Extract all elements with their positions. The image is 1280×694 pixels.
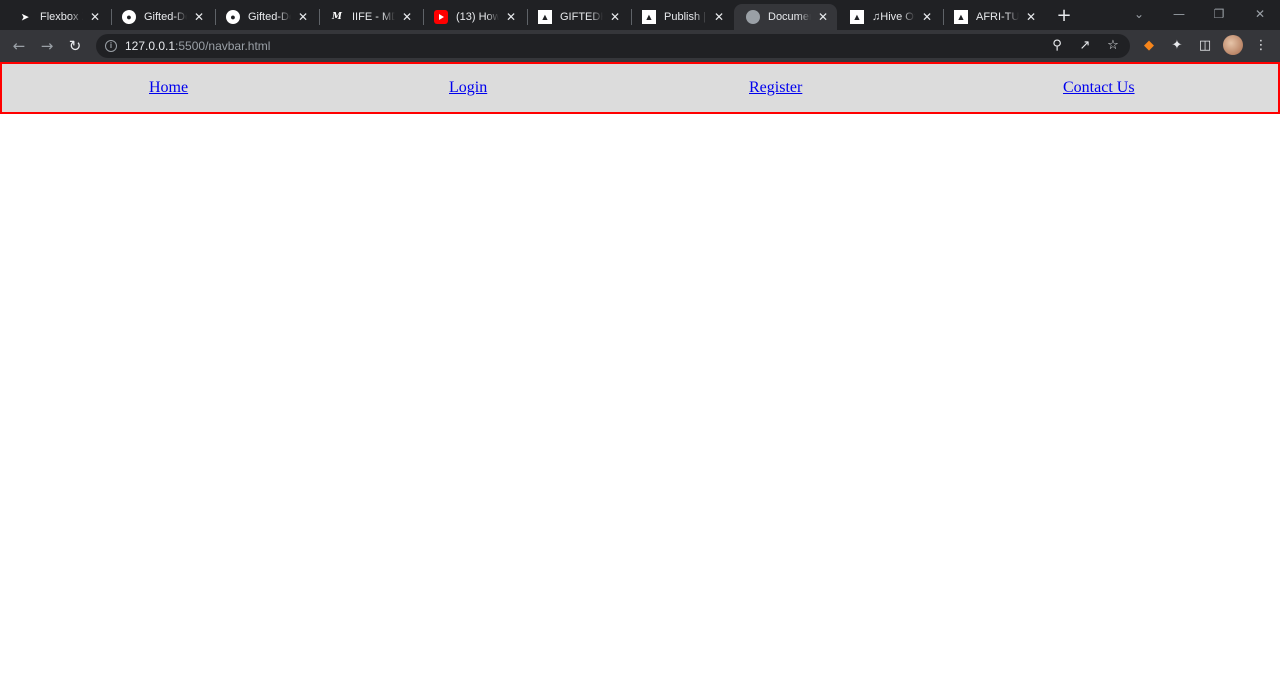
tab-title: AFRI-TUNES (976, 11, 1019, 23)
tab-title: Gifted-Dev (248, 11, 291, 23)
browser-tab[interactable]: ▲ GIFTEDHASH ✕ (526, 4, 629, 30)
close-tab-icon[interactable]: ✕ (87, 9, 103, 25)
side-panel-icon[interactable]: ◫ (1195, 36, 1215, 56)
browser-tab-strip: ➤ Flexbox Zombies ✕ ● Gifted-Dev ✕ ● Gif… (0, 0, 1280, 30)
browser-tab[interactable]: ● Gifted-Dev ✕ (214, 4, 317, 30)
browser-tab[interactable]: ▲ ♫Hive Of ✕ (838, 4, 941, 30)
browser-tab[interactable]: M IIFE - MDN ✕ (318, 4, 421, 30)
forward-arrow-icon[interactable]: → (37, 36, 57, 56)
new-tab-button[interactable]: + (1054, 6, 1074, 26)
hashnode-icon: ▲ (538, 10, 552, 24)
mdn-icon: M (332, 12, 342, 22)
tab-title: Flexbox Zombies (40, 11, 83, 23)
page-navbar: Home Login Register Contact Us (0, 62, 1280, 114)
back-arrow-icon[interactable]: ← (9, 36, 29, 56)
flexbox-icon: ➤ (21, 11, 29, 22)
address-url[interactable]: 127.0.0.1:5500/navbar.html (125, 39, 270, 53)
close-tab-icon[interactable]: ✕ (607, 9, 623, 25)
url-path: :5500/navbar.html (175, 39, 271, 53)
browser-toolbar: ← → ↻ i 127.0.0.1:5500/navbar.html ⚲ ↗ ☆… (0, 30, 1280, 62)
close-tab-icon[interactable]: ✕ (503, 9, 519, 25)
browser-tab[interactable]: (13) How to ✕ (422, 4, 525, 30)
nav-link-contact-us[interactable]: Contact Us (1063, 79, 1135, 97)
tab-title: GIFTEDHASH (560, 11, 603, 23)
hashnode-icon: ▲ (850, 10, 864, 24)
menu-icon[interactable]: ⋮ (1251, 36, 1271, 56)
tab-title: Gifted-Dev (144, 11, 187, 23)
nav-link-home[interactable]: Home (149, 79, 188, 97)
reload-icon[interactable]: ↻ (65, 36, 85, 56)
close-tab-icon[interactable]: ✕ (191, 9, 207, 25)
browser-tab[interactable]: ▲ AFRI-TUNES ✕ (942, 4, 1045, 30)
close-tab-icon[interactable]: ✕ (711, 9, 727, 25)
tab-search-icon[interactable]: ⌄ (1127, 4, 1151, 24)
close-window-icon[interactable]: ✕ (1248, 4, 1272, 24)
youtube-icon (434, 10, 448, 24)
browser-tab-active[interactable]: Document ✕ (734, 4, 837, 30)
tab-title: Publish | Hashnode (664, 11, 707, 23)
site-info-icon[interactable]: i (105, 40, 117, 52)
restore-icon[interactable]: ❐ (1207, 4, 1231, 24)
hashnode-icon: ▲ (642, 10, 656, 24)
url-host: 127.0.0.1 (125, 39, 176, 53)
profile-avatar[interactable] (1223, 35, 1243, 55)
metamask-icon[interactable]: ◆ (1139, 36, 1159, 56)
extensions-icon[interactable]: ✦ (1167, 36, 1187, 56)
zoom-icon[interactable]: ⚲ (1047, 36, 1067, 56)
close-tab-icon[interactable]: ✕ (399, 9, 415, 25)
github-icon: ● (122, 10, 136, 24)
address-bar[interactable]: i 127.0.0.1:5500/navbar.html ⚲ ↗ ☆ (96, 34, 1130, 58)
tab-title: IIFE - MDN (352, 11, 395, 23)
browser-tab[interactable]: ● Gifted-Dev ✕ (110, 4, 213, 30)
minimize-icon[interactable]: — (1167, 4, 1191, 24)
tab-title: Document (768, 11, 811, 23)
tab-title: (13) How to (456, 11, 499, 23)
close-tab-icon[interactable]: ✕ (815, 9, 831, 25)
share-icon[interactable]: ↗ (1075, 36, 1095, 56)
globe-icon (746, 10, 760, 24)
github-icon: ● (226, 10, 240, 24)
close-tab-icon[interactable]: ✕ (295, 9, 311, 25)
browser-tab[interactable]: ➤ Flexbox Zombies ✕ (6, 4, 109, 30)
bookmark-star-icon[interactable]: ☆ (1103, 36, 1123, 56)
browser-tab[interactable]: ▲ Publish | Hashnode ✕ (630, 4, 733, 30)
hashnode-icon: ▲ (954, 10, 968, 24)
tab-title: ♫Hive Of (872, 11, 915, 23)
close-tab-icon[interactable]: ✕ (1023, 9, 1039, 25)
close-tab-icon[interactable]: ✕ (919, 9, 935, 25)
nav-link-register[interactable]: Register (749, 79, 802, 97)
nav-link-login[interactable]: Login (449, 79, 487, 97)
